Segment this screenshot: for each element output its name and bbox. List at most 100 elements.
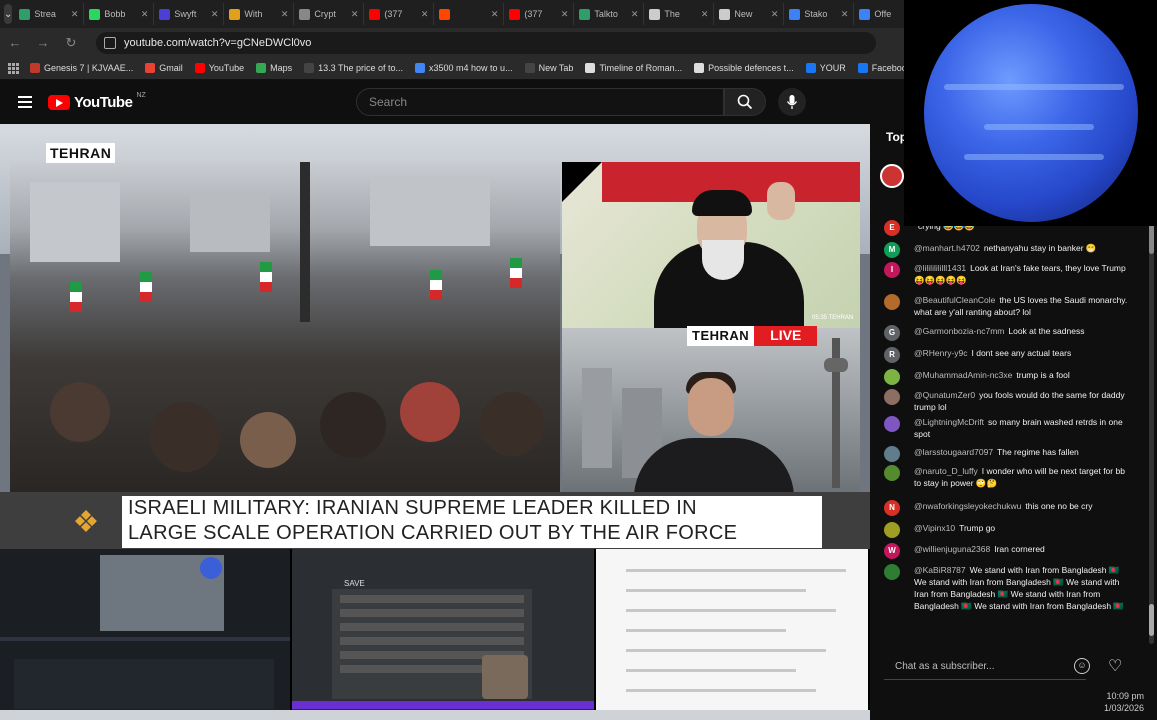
chat-author[interactable]: @MuhammadAmin-nc3xe <box>914 370 1012 380</box>
bookmark-item[interactable]: YouTube <box>194 63 244 73</box>
chat-author[interactable]: @naruto_D_luffy <box>914 466 978 476</box>
bookmark-item[interactable]: New Tab <box>524 63 573 73</box>
chat-avatar[interactable] <box>884 389 900 405</box>
chat-author[interactable]: @BeautifulCleanCole <box>914 295 995 305</box>
search-button[interactable] <box>724 88 766 116</box>
tab-close-icon[interactable]: ✕ <box>841 9 849 20</box>
bookmark-item[interactable]: YOUR <box>805 63 846 73</box>
chat-message[interactable]: R @RHenry-y9c I dont see any actual tears <box>884 347 1129 363</box>
tab-close-icon[interactable]: ✕ <box>561 9 569 20</box>
chat-avatar[interactable] <box>884 522 900 538</box>
tab-close-icon[interactable]: ✕ <box>211 9 219 20</box>
chat-message[interactable]: @KaBiR8787 We stand with Iran from Bangla… <box>884 564 1129 612</box>
browser-tab[interactable]: New ✕ <box>714 3 785 25</box>
browser-tab[interactable]: (377 ✕ <box>364 3 435 25</box>
apps-grid-icon[interactable] <box>8 63 19 74</box>
bookmark-item[interactable]: Maps <box>256 63 292 73</box>
chat-author[interactable]: @Garmonbozia-nc7mm <box>914 326 1004 336</box>
video-player[interactable]: TEHRAN 05:35 TEHRAN TEHRAN LIVE ❖ ISRAEL… <box>0 124 870 549</box>
site-info-icon[interactable] <box>104 36 116 49</box>
chat-message[interactable]: @LightningMcDrift so many brain washed re… <box>884 416 1129 440</box>
address-bar[interactable]: youtube.com/watch?v=gCNeDWCl0vo <box>96 31 876 54</box>
thumbnail-spreadsheet[interactable] <box>596 549 870 720</box>
bookmark-item[interactable]: Gmail <box>145 63 183 73</box>
chat-author[interactable]: @lilililililll1431 <box>914 263 966 273</box>
chat-message[interactable]: @naruto_D_luffy I wonder who will be next… <box>884 465 1129 489</box>
browser-tab[interactable]: (377 ✕ <box>504 3 575 25</box>
bookmark-item[interactable]: Possible defences t... <box>694 63 794 73</box>
tab-close-icon[interactable]: ✕ <box>421 9 429 20</box>
chat-message[interactable]: @larsstougaard7097 The regime has fallen <box>884 446 1129 462</box>
chat-author[interactable]: @QunatumZer0 <box>914 390 975 400</box>
heart-icon[interactable]: ♡ <box>1108 656 1122 676</box>
bookmark-item[interactable]: Genesis 7 | KJVAAE... <box>30 63 133 73</box>
browser-tab[interactable]: Swyft ✕ <box>154 3 225 25</box>
chat-avatar[interactable] <box>884 446 900 462</box>
bookmark-item[interactable]: 13.3 The price of to... <box>304 63 403 73</box>
chat-scroll-top[interactable] <box>1149 224 1154 254</box>
bookmark-item[interactable]: x3500 m4 how to u... <box>415 63 513 73</box>
voice-search-button[interactable] <box>778 88 806 116</box>
chat-message[interactable]: N @nwaforkingsleyokechukwu this one no be … <box>884 500 1129 516</box>
browser-tab[interactable]: Bobb ✕ <box>84 3 155 25</box>
chat-message[interactable]: @Vipinx10 Trump go <box>884 522 1129 538</box>
chat-avatar[interactable] <box>884 465 900 481</box>
chat-avatar[interactable]: I <box>884 262 900 278</box>
chat-message[interactable]: G @Garmonbozia-nc7mm Look at the sadness <box>884 325 1129 341</box>
chat-avatar[interactable]: M <box>884 242 900 258</box>
reload-icon[interactable]: ↻ <box>64 35 78 51</box>
thumbnail-editor[interactable] <box>0 549 292 720</box>
tab-close-icon[interactable]: ✕ <box>631 9 639 20</box>
thumbnail-stream[interactable]: SAVE <box>292 549 596 720</box>
chat-author[interactable]: @manhart.h4702 <box>914 243 980 253</box>
forward-icon[interactable]: → <box>36 35 50 50</box>
tab-close-icon[interactable]: ✕ <box>491 9 499 20</box>
tab-close-icon[interactable]: ✕ <box>141 9 149 20</box>
chat-message[interactable]: @MuhammadAmin-nc3xe trump is a fool <box>884 369 1129 385</box>
tab-search-button[interactable]: ⌄ <box>4 4 13 24</box>
tab-close-icon[interactable]: ✕ <box>351 9 359 20</box>
chat-message[interactable]: @BeautifulCleanCole the US loves the Saud… <box>884 294 1129 318</box>
youtube-logo[interactable]: YouTube NZ <box>48 92 146 111</box>
tab-close-icon[interactable]: ✕ <box>701 9 709 20</box>
chat-author[interactable]: @larsstougaard7097 <box>914 447 993 457</box>
chat-avatar[interactable] <box>884 416 900 432</box>
tab-close-icon[interactable]: ✕ <box>771 9 779 20</box>
tab-close-icon[interactable]: ✕ <box>281 9 289 20</box>
chat-message[interactable]: M @manhart.h4702 nethanyahu stay in banker… <box>884 242 1129 258</box>
chat-author[interactable]: @KaBiR8787 <box>914 565 966 575</box>
chat-message[interactable]: @QunatumZer0 you fools would do the same … <box>884 389 1129 413</box>
pinned-avatar[interactable] <box>880 164 904 188</box>
chat-message[interactable]: I @lilililililll1431 Look at Iran's fake t… <box>884 262 1129 286</box>
browser-tab[interactable]: With ✕ <box>224 3 295 25</box>
bookmark-item[interactable]: Timeline of Roman... <box>585 63 682 73</box>
menu-icon[interactable] <box>18 96 32 108</box>
search-input[interactable]: Search <box>356 88 724 116</box>
chat-author[interactable]: @RHenry-y9c <box>914 348 968 358</box>
browser-tab[interactable]: Talkto ✕ <box>574 3 645 25</box>
tab-close-icon[interactable]: ✕ <box>71 9 79 20</box>
browser-tab[interactable]: Strea ✕ <box>14 3 85 25</box>
chat-avatar[interactable] <box>884 294 900 310</box>
browser-tab[interactable]: Stako ✕ <box>784 3 855 25</box>
browser-tab[interactable]: ✕ <box>434 3 505 25</box>
emoji-icon[interactable]: ☺ <box>1074 658 1090 674</box>
back-icon[interactable]: ← <box>8 35 22 50</box>
chat-avatar[interactable]: E <box>884 220 900 236</box>
chat-author[interactable]: @Vipinx10 <box>914 523 955 533</box>
chat-message[interactable]: W @willienjuguna2368 Iran cornered <box>884 543 1129 559</box>
chat-avatar[interactable]: N <box>884 500 900 516</box>
url-text[interactable]: youtube.com/watch?v=gCNeDWCl0vo <box>124 37 311 49</box>
chat-avatar[interactable]: R <box>884 347 900 363</box>
chat-avatar[interactable] <box>884 564 900 580</box>
chat-input[interactable]: Chat as a subscriber... <box>884 654 1086 680</box>
browser-tab[interactable]: Crypt ✕ <box>294 3 365 25</box>
chat-scroll-thumb[interactable] <box>1149 604 1154 636</box>
chat-author[interactable]: @nwaforkingsleyokechukwu <box>914 501 1021 511</box>
chat-avatar[interactable]: W <box>884 543 900 559</box>
chat-author[interactable]: @willienjuguna2368 <box>914 544 990 554</box>
browser-tab[interactable]: The ✕ <box>644 3 715 25</box>
chat-avatar[interactable] <box>884 369 900 385</box>
chat-scrollbar[interactable] <box>1149 224 1154 644</box>
chat-avatar[interactable]: G <box>884 325 900 341</box>
